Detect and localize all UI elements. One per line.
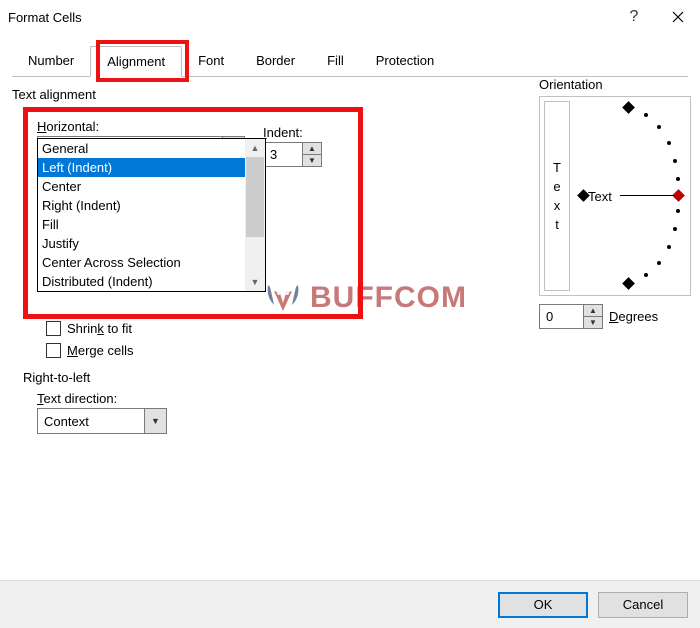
checkbox-box[interactable]: [46, 321, 61, 336]
rtl-group-label: Right-to-left: [23, 370, 167, 385]
horizontal-label: Horizontal:: [37, 119, 245, 134]
dropdown-item[interactable]: Left (Indent): [38, 158, 245, 177]
text-direction-value: Context: [38, 414, 144, 429]
close-icon: [672, 11, 684, 23]
tab-border[interactable]: Border: [240, 46, 311, 76]
degrees-value[interactable]: 0: [540, 305, 583, 328]
dropdown-item[interactable]: Center: [38, 177, 245, 196]
indent-spin-up[interactable]: ▲: [303, 143, 321, 154]
orientation-label: Orientation: [539, 77, 700, 92]
scroll-down-icon[interactable]: ▼: [245, 273, 265, 291]
dropdown-scrollbar[interactable]: ▲ ▼: [245, 139, 265, 291]
dropdown-item[interactable]: Center Across Selection: [38, 253, 245, 272]
text-control-checks: Shrink to fit Merge cells: [46, 317, 133, 361]
close-button[interactable]: [656, 0, 700, 34]
dial-dot-icon: [676, 209, 680, 213]
dial-diamond-icon: [622, 101, 635, 114]
dropdown-item[interactable]: Distributed (Indent): [38, 272, 245, 291]
merge-cells-checkbox[interactable]: Merge cells: [46, 339, 133, 361]
orientation-panel: T e x t: [539, 96, 691, 296]
dropdown-item[interactable]: General: [38, 139, 245, 158]
dropdown-item[interactable]: Right (Indent): [38, 196, 245, 215]
window-title: Format Cells: [8, 10, 612, 25]
scroll-track[interactable]: [245, 157, 265, 273]
dropdown-item[interactable]: Fill: [38, 215, 245, 234]
dial-line: [620, 195, 674, 196]
dial-dot-icon: [673, 159, 677, 163]
tab-alignment[interactable]: Alignment: [90, 46, 182, 77]
dial-dot-icon: [673, 227, 677, 231]
watermark-logo-icon: [262, 277, 304, 319]
cancel-button[interactable]: Cancel: [598, 592, 688, 618]
text-direction-label: Text direction:: [37, 391, 167, 406]
indent-spinner[interactable]: 3 ▲ ▼: [263, 142, 322, 167]
dial-diamond-icon: [622, 277, 635, 290]
orientation-group: Orientation T e x t: [539, 77, 700, 329]
text-direction-combo-button[interactable]: ▼: [144, 409, 166, 433]
dial-dot-icon: [644, 113, 648, 117]
horizontal-dropdown[interactable]: General Left (Indent) Center Right (Inde…: [37, 138, 266, 292]
tab-fill[interactable]: Fill: [311, 46, 360, 76]
scroll-up-icon[interactable]: ▲: [245, 139, 265, 157]
degrees-label: Degrees: [609, 309, 658, 324]
checkbox-box[interactable]: [46, 343, 61, 358]
ok-button[interactable]: OK: [498, 592, 588, 618]
dial-dot-icon: [676, 177, 680, 181]
merge-label: Merge cells: [67, 343, 133, 358]
tab-protection[interactable]: Protection: [360, 46, 451, 76]
tab-strip: Number Alignment Font Border Fill Protec…: [12, 46, 688, 77]
tab-font[interactable]: Font: [182, 46, 240, 76]
right-to-left-group: Right-to-left Text direction: Context ▼: [23, 370, 167, 434]
shrink-to-fit-checkbox[interactable]: Shrink to fit: [46, 317, 133, 339]
tab-number[interactable]: Number: [12, 46, 90, 76]
degrees-spin-up[interactable]: ▲: [584, 305, 602, 316]
dial-dot-icon: [667, 141, 671, 145]
chevron-down-icon: ▼: [151, 416, 160, 426]
dropdown-item[interactable]: Justify: [38, 234, 245, 253]
shrink-label: Shrink to fit: [67, 321, 132, 336]
scroll-thumb[interactable]: [246, 157, 264, 237]
dial-dot-icon: [657, 261, 661, 265]
dial-dot-icon: [644, 273, 648, 277]
watermark: BUFFCOM: [262, 277, 467, 319]
orientation-vertical-text[interactable]: T e x t: [544, 101, 570, 291]
text-direction-combo[interactable]: Context ▼: [37, 408, 167, 434]
titlebar: Format Cells ?: [0, 0, 700, 34]
dial-text-label: Text: [588, 189, 612, 204]
indent-spin-down[interactable]: ▼: [303, 154, 321, 166]
dial-dot-icon: [667, 245, 671, 249]
text-alignment-label: Text alignment: [12, 87, 512, 102]
indent-value[interactable]: 3: [264, 143, 302, 166]
dial-dot-icon: [657, 125, 661, 129]
help-button[interactable]: ?: [612, 0, 656, 34]
degrees-spin-down[interactable]: ▼: [584, 316, 602, 328]
degrees-spinner[interactable]: 0 ▲ ▼: [539, 304, 603, 329]
text-alignment-group: Text alignment Horizontal: Left (Indent)…: [12, 87, 512, 102]
orientation-dial[interactable]: Text: [574, 101, 686, 291]
dialog-footer: OK Cancel: [0, 580, 700, 628]
indent-label: Indent:: [263, 125, 322, 140]
dial-indicator-icon: [672, 189, 685, 202]
